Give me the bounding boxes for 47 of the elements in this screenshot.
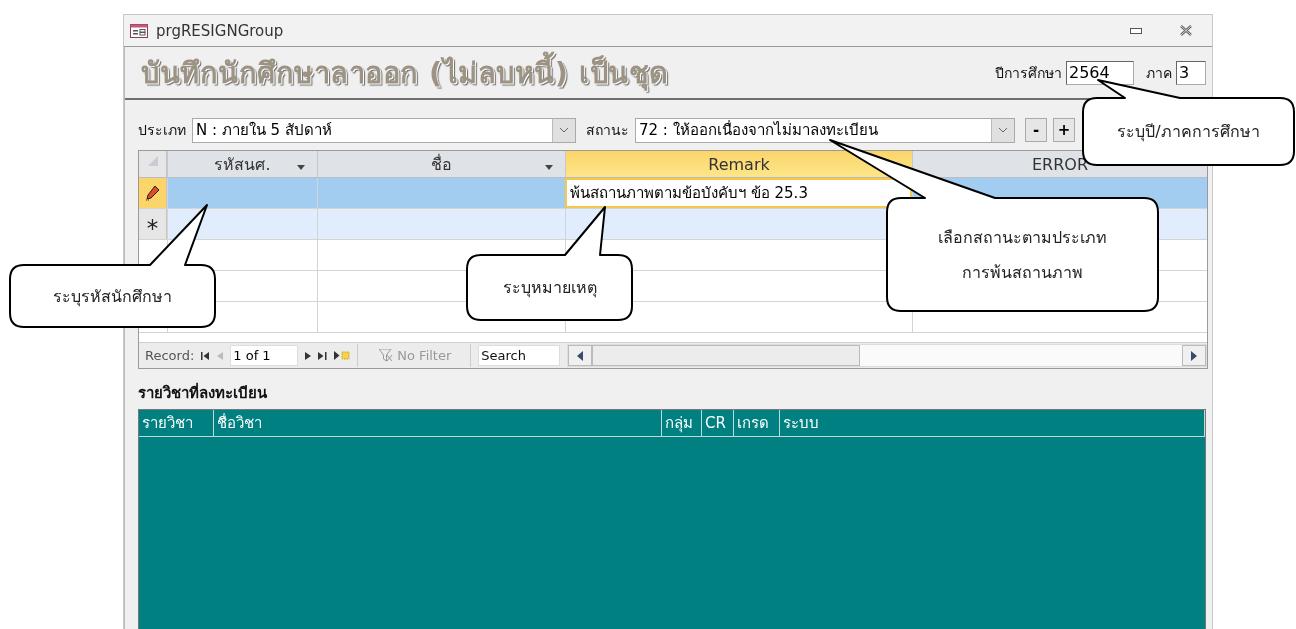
- search-field[interactable]: Search: [478, 345, 561, 366]
- callout-text: การพ้นสถานภาพ: [962, 261, 1083, 284]
- year-field[interactable]: 2564: [1066, 60, 1134, 85]
- close-icon[interactable]: [1180, 25, 1192, 36]
- form-title: บันทึกนักศึกษาลาออก (ไม่ลบหนี้) เป็นชุด: [141, 49, 669, 96]
- status-dropdown[interactable]: 72 : ให้ออกเนื่องจากไม่มาลงทะเบียน: [635, 117, 1015, 143]
- callout-text: ระบุปี/ภาคการศึกษา: [1117, 121, 1260, 144]
- filter-icon: [379, 349, 394, 362]
- column-header: เกรด: [734, 410, 780, 436]
- column-header: รายวิชา: [139, 410, 214, 436]
- dropdown-arrow-icon[interactable]: [545, 165, 553, 170]
- form-icon: [130, 23, 148, 38]
- callout-text: เลือกสถานะตามประเภท: [938, 226, 1107, 249]
- column-header: กลุ่ม: [662, 410, 702, 436]
- record-position-field[interactable]: 1 of 1: [230, 345, 299, 366]
- remove-button[interactable]: -: [1025, 118, 1047, 142]
- last-record-icon[interactable]: [318, 351, 328, 360]
- callout-text: ระบุหมายเหตุ: [502, 277, 597, 300]
- next-record-icon[interactable]: [305, 351, 312, 360]
- table-cell[interactable]: พ้นสถานภาพตามข้อบังคับฯ ข้อ 25.3: [565, 178, 912, 208]
- callout-text: ระบุรหัสนักศึกษา: [53, 285, 172, 309]
- scroll-right-icon[interactable]: [1191, 350, 1197, 361]
- type-dropdown[interactable]: N : ภายใน 5 สัปดาห์: [192, 117, 576, 143]
- column-header: ชื่อวิชา: [214, 410, 662, 436]
- chevron-down-icon: [559, 127, 569, 133]
- pencil-icon: [145, 185, 160, 201]
- year-label: ปีการศึกษา: [995, 63, 1062, 83]
- window-title: prgRESIGNGroup: [156, 21, 284, 40]
- dropdown-arrow-icon[interactable]: [297, 165, 305, 170]
- semester-field[interactable]: 3: [1176, 60, 1206, 85]
- add-button[interactable]: +: [1053, 118, 1075, 142]
- chevron-down-icon: [998, 127, 1008, 133]
- column-header: CR: [702, 410, 734, 436]
- record-label: Record:: [145, 348, 195, 363]
- column-header[interactable]: Remark: [565, 151, 912, 177]
- scroll-left-icon[interactable]: [577, 350, 584, 361]
- minimize-icon[interactable]: [1130, 27, 1142, 34]
- subform-title: รายวิชาที่ลงทะเบียน: [138, 381, 268, 404]
- semester-label: ภาค: [1146, 63, 1172, 83]
- status-label: สถานะ: [586, 121, 629, 140]
- new-record-icon[interactable]: [334, 351, 351, 360]
- column-header[interactable]: รหัสนศ.: [167, 151, 317, 177]
- asterisk-icon: [147, 218, 158, 230]
- horizontal-scrollbar[interactable]: [567, 344, 1207, 367]
- type-label: ประเภท: [138, 121, 186, 140]
- first-record-icon[interactable]: [201, 351, 211, 360]
- column-header: ระบบ: [780, 410, 1205, 436]
